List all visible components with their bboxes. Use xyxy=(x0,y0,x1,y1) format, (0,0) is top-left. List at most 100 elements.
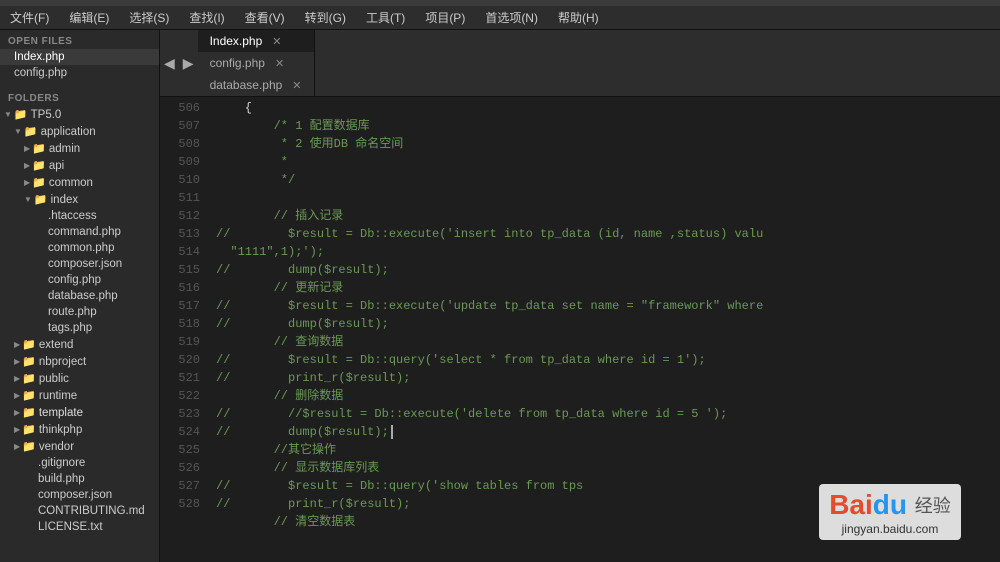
sidebar-folder-application[interactable]: ▼📁application xyxy=(0,123,159,140)
sidebar-file-databasephp[interactable]: database.php xyxy=(0,288,159,304)
open-files-label: OPEN FILES xyxy=(0,30,159,49)
line-number: 521 xyxy=(160,369,200,387)
code-editor[interactable]: { /* 1 配置数据库 * 2 使用DB 命名空间 * */ // 插入记录/… xyxy=(208,97,1000,562)
code-line: // $result = Db::query('show tables from… xyxy=(216,477,1000,495)
code-line: // print_r($result); xyxy=(216,495,1000,513)
sidebar-file-index[interactable]: Index.php xyxy=(0,49,159,65)
line-number: 518 xyxy=(160,315,200,333)
line-number: 509 xyxy=(160,153,200,171)
line-number: 520 xyxy=(160,351,200,369)
sidebar-folder-tp50[interactable]: ▼📁TP5.0 xyxy=(0,106,159,123)
code-line: // dump($result); xyxy=(216,315,1000,333)
code-line: // 清空数据表 xyxy=(216,513,1000,531)
line-number: 525 xyxy=(160,441,200,459)
sidebar: OPEN FILES Index.php config.php FOLDERS … xyxy=(0,30,160,562)
tab-close-1[interactable]: ✕ xyxy=(275,57,284,70)
sidebar-folder-nbproject[interactable]: ▶📁nbproject xyxy=(0,353,159,370)
tabs-bar: ◀ ▶ Index.php✕config.php✕database.php✕ xyxy=(160,30,1000,97)
sidebar-folder-vendor[interactable]: ▶📁vendor xyxy=(0,438,159,455)
line-number: 513 xyxy=(160,225,200,243)
menu-item[interactable]: 帮助(H) xyxy=(548,6,609,29)
line-number: 514 xyxy=(160,243,200,261)
menu-item[interactable]: 选择(S) xyxy=(119,6,179,29)
sidebar-folder-api[interactable]: ▶📁api xyxy=(0,157,159,174)
sidebar-file-config[interactable]: config.php xyxy=(0,65,159,81)
code-line: // //$result = Db::execute('delete from … xyxy=(216,405,1000,423)
code-line: // 显示数据库列表 xyxy=(216,459,1000,477)
sidebar-folder-index[interactable]: ▼📁index xyxy=(0,191,159,208)
code-line: * 2 使用DB 命名空间 xyxy=(216,135,1000,153)
line-number: 510 xyxy=(160,171,200,189)
menu-item[interactable]: 查看(V) xyxy=(235,6,295,29)
line-number: 507 xyxy=(160,117,200,135)
menu-item[interactable]: 查找(I) xyxy=(179,6,234,29)
code-line: //其它操作 xyxy=(216,441,1000,459)
menu-item[interactable]: 文件(F) xyxy=(0,6,59,29)
sidebar-file-contributingmd[interactable]: CONTRIBUTING.md xyxy=(0,503,159,519)
line-number: 512 xyxy=(160,207,200,225)
sidebar-folder-runtime[interactable]: ▶📁runtime xyxy=(0,387,159,404)
menu-item[interactable]: 工具(T) xyxy=(356,6,415,29)
sidebar-folder-extend[interactable]: ▶📁extend xyxy=(0,336,159,353)
code-line xyxy=(216,189,1000,207)
code-line: // 更新记录 xyxy=(216,279,1000,297)
sidebar-file-licensetxt[interactable]: LICENSE.txt xyxy=(0,519,159,535)
sidebar-file-tagsphp[interactable]: tags.php xyxy=(0,320,159,336)
line-number: 511 xyxy=(160,189,200,207)
line-number: 508 xyxy=(160,135,200,153)
code-line: /* 1 配置数据库 xyxy=(216,117,1000,135)
sidebar-file-configphp[interactable]: config.php xyxy=(0,272,159,288)
sidebar-file-routephp[interactable]: route.php xyxy=(0,304,159,320)
editor-area: ◀ ▶ Index.php✕config.php✕database.php✕ 5… xyxy=(160,30,1000,562)
tabs-container: Index.php✕config.php✕database.php✕ xyxy=(198,30,315,96)
line-number: 523 xyxy=(160,405,200,423)
sidebar-tree: ▼📁TP5.0▼📁application▶📁admin▶📁api▶📁common… xyxy=(0,106,159,535)
line-number: 522 xyxy=(160,387,200,405)
tab-close-2[interactable]: ✕ xyxy=(292,79,301,92)
tab-configphp[interactable]: config.php✕ xyxy=(198,52,315,74)
sidebar-file-htaccess[interactable]: .htaccess xyxy=(0,208,159,224)
line-number: 506 xyxy=(160,99,200,117)
menu-item[interactable]: 编辑(E) xyxy=(59,6,119,29)
sidebar-file-commandphp[interactable]: command.php xyxy=(0,224,159,240)
main-layout: OPEN FILES Index.php config.php FOLDERS … xyxy=(0,30,1000,562)
code-line: * xyxy=(216,153,1000,171)
sidebar-file-gitignore[interactable]: .gitignore xyxy=(0,455,159,471)
code-line: */ xyxy=(216,171,1000,189)
code-line: // 删除数据 xyxy=(216,387,1000,405)
menu-item[interactable]: 转到(G) xyxy=(295,6,356,29)
tab-prev-button[interactable]: ◀ xyxy=(160,30,179,96)
code-line: // dump($result); xyxy=(216,261,1000,279)
sidebar-folder-public[interactable]: ▶📁public xyxy=(0,370,159,387)
tab-databasephp[interactable]: database.php✕ xyxy=(198,74,315,96)
sidebar-file-commonphp[interactable]: common.php xyxy=(0,240,159,256)
menu-item[interactable]: 首选项(N) xyxy=(475,6,548,29)
sidebar-folder-common[interactable]: ▶📁common xyxy=(0,174,159,191)
menu-bar: 文件(F)编辑(E)选择(S)查找(I)查看(V)转到(G)工具(T)项目(P)… xyxy=(0,6,1000,30)
sidebar-file-composerjson[interactable]: composer.json xyxy=(0,487,159,503)
folders-label: FOLDERS xyxy=(0,87,159,106)
sidebar-folder-admin[interactable]: ▶📁admin xyxy=(0,140,159,157)
line-number: 527 xyxy=(160,477,200,495)
line-number: 526 xyxy=(160,459,200,477)
sidebar-folder-thinkphp[interactable]: ▶📁thinkphp xyxy=(0,421,159,438)
line-number: 524 xyxy=(160,423,200,441)
line-number: 528 xyxy=(160,495,200,513)
text-cursor xyxy=(391,425,393,439)
code-line: // $result = Db::execute('insert into tp… xyxy=(216,225,1000,243)
code-line: // print_r($result); xyxy=(216,369,1000,387)
code-line: // $result = Db::query('select * from tp… xyxy=(216,351,1000,369)
menu-item[interactable]: 项目(P) xyxy=(415,6,475,29)
code-line: "1111",1);'); xyxy=(216,243,1000,261)
sidebar-file-composerjson[interactable]: composer.json xyxy=(0,256,159,272)
tab-close-0[interactable]: ✕ xyxy=(272,35,281,48)
tab-next-button[interactable]: ▶ xyxy=(179,30,198,96)
line-number: 517 xyxy=(160,297,200,315)
sidebar-file-buildphp[interactable]: build.php xyxy=(0,471,159,487)
sidebar-folder-template[interactable]: ▶📁template xyxy=(0,404,159,421)
line-number: 516 xyxy=(160,279,200,297)
code-line: { xyxy=(216,99,1000,117)
code-container: 5065075085095105115125135145155165175185… xyxy=(160,97,1000,562)
tab-indexphp[interactable]: Index.php✕ xyxy=(198,30,315,52)
code-line: // 查询数据 xyxy=(216,333,1000,351)
